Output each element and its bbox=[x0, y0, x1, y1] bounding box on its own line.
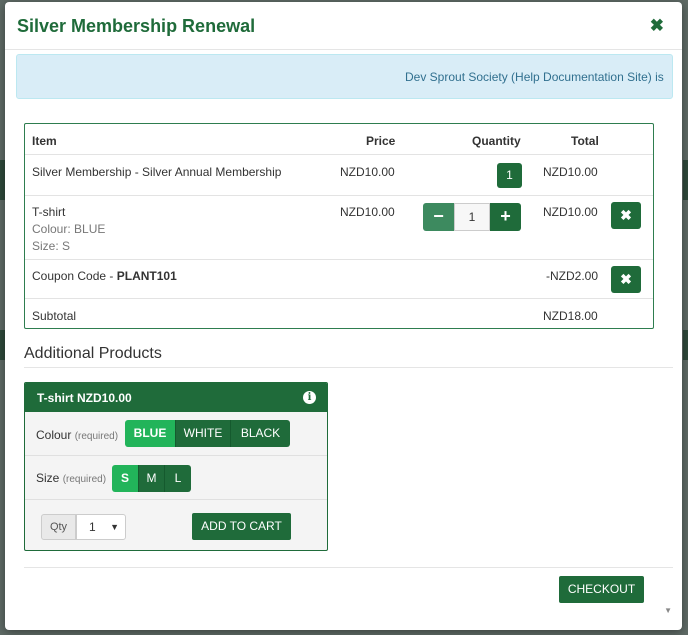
coupon-label: Coupon Code - PLANT101 bbox=[32, 269, 177, 283]
size-option-l[interactable]: L bbox=[165, 465, 191, 492]
divider bbox=[24, 567, 673, 568]
coupon-total: -NZD2.00 bbox=[546, 269, 599, 283]
item-total: NZD10.00 bbox=[543, 205, 598, 219]
remove-coupon-button[interactable]: ✖ bbox=[611, 266, 641, 293]
item-name: T-shirt bbox=[32, 205, 66, 219]
decrease-quantity-button[interactable]: − bbox=[423, 203, 454, 231]
colour-option-blue[interactable]: BLUE bbox=[125, 420, 176, 447]
col-item-header: Item bbox=[32, 134, 57, 148]
quantity-input[interactable]: 1 bbox=[454, 203, 490, 231]
quantity-badge: 1 bbox=[497, 163, 522, 188]
info-icon[interactable]: i bbox=[303, 391, 316, 404]
colour-selector: BLUE WHITE BLACK bbox=[125, 420, 290, 447]
colour-option-row: Colour (required) BLUE WHITE BLACK bbox=[25, 412, 327, 456]
table-row: Silver Membership - Silver Annual Member… bbox=[25, 155, 653, 196]
quantity-select[interactable]: 1 ▼ bbox=[76, 514, 126, 540]
divider bbox=[24, 367, 673, 368]
col-total-header: Total bbox=[571, 134, 599, 148]
remove-item-button[interactable]: ✖ bbox=[611, 202, 641, 229]
size-option-s[interactable]: S bbox=[112, 465, 139, 492]
item-price: NZD10.00 bbox=[340, 205, 395, 219]
table-row: Coupon Code - PLANT101 -NZD2.00 ✖ bbox=[25, 260, 653, 299]
colour-option-black[interactable]: BLACK bbox=[231, 420, 290, 447]
qty-label: Qty bbox=[41, 514, 76, 540]
cart-header-row: Item Price Quantity Total bbox=[25, 124, 653, 155]
backdrop-strip bbox=[683, 330, 688, 360]
modal-header: Silver Membership Renewal ✖ bbox=[5, 2, 682, 50]
coupon-code: PLANT101 bbox=[116, 269, 177, 283]
additional-products-title: Additional Products bbox=[24, 345, 162, 362]
chevron-down-icon: ▼ bbox=[110, 522, 119, 532]
modal-title: Silver Membership Renewal bbox=[17, 16, 256, 36]
info-banner: Dev Sprout Society (Help Documentation S… bbox=[16, 54, 673, 99]
colour-option-white[interactable]: WHITE bbox=[176, 420, 231, 447]
size-label-text: Size bbox=[36, 471, 60, 485]
item-colour: Colour: BLUE bbox=[32, 222, 106, 236]
quantity-stepper: − 1 + bbox=[423, 203, 521, 231]
size-label: Size (required) bbox=[36, 471, 106, 485]
subtotal-label: Subtotal bbox=[32, 309, 77, 323]
colour-label-text: Colour bbox=[36, 428, 72, 442]
subtotal-row: Subtotal NZD18.00 bbox=[25, 299, 653, 329]
banner-text: Dev Sprout Society (Help Documentation S… bbox=[405, 70, 664, 84]
size-selector: S M L bbox=[112, 465, 191, 492]
size-option-m[interactable]: M bbox=[139, 465, 165, 492]
renewal-modal: Silver Membership Renewal ✖ Dev Sprout S… bbox=[5, 2, 682, 630]
product-card: T-shirt NZD10.00 i Colour (required) BLU… bbox=[24, 382, 328, 551]
close-icon[interactable]: ✖ bbox=[650, 17, 664, 35]
table-row: T-shirt Colour: BLUE Size: S NZD10.00 − … bbox=[25, 196, 653, 260]
increase-quantity-button[interactable]: + bbox=[490, 203, 521, 231]
colour-label: Colour (required) bbox=[36, 428, 118, 442]
backdrop-strip bbox=[683, 160, 688, 200]
col-price-header: Price bbox=[366, 134, 396, 148]
scroll-down-arrow-icon[interactable]: ▼ bbox=[664, 606, 672, 615]
product-name: T-shirt NZD10.00 bbox=[37, 391, 132, 405]
item-size: Size: S bbox=[32, 239, 71, 253]
cart-table: Item Price Quantity Total Silver Members… bbox=[24, 123, 654, 329]
item-name: Silver Membership - Silver Annual Member… bbox=[32, 165, 282, 179]
coupon-prefix: Coupon Code - bbox=[32, 269, 117, 283]
col-quantity-header: Quantity bbox=[472, 134, 521, 148]
add-to-cart-button[interactable]: ADD TO CART bbox=[192, 513, 291, 540]
item-price: NZD10.00 bbox=[340, 165, 395, 179]
checkout-button[interactable]: CHECKOUT bbox=[559, 576, 644, 603]
required-note: (required) bbox=[74, 431, 119, 442]
item-total: NZD10.00 bbox=[543, 165, 598, 179]
quantity-select-value: 1 bbox=[89, 520, 96, 534]
required-note: (required) bbox=[62, 474, 107, 485]
size-option-row: Size (required) S M L bbox=[25, 456, 327, 500]
subtotal-value: NZD18.00 bbox=[543, 309, 598, 323]
product-header: T-shirt NZD10.00 i bbox=[25, 383, 327, 412]
